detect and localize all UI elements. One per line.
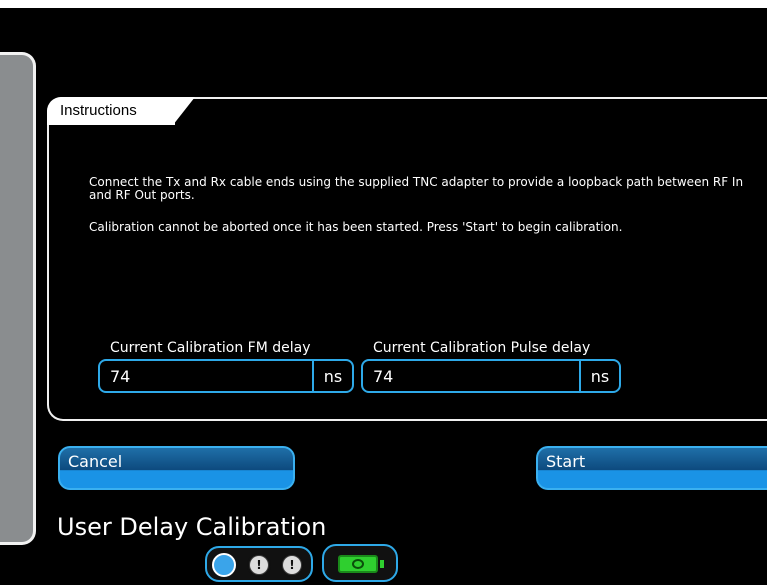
top-band xyxy=(0,0,767,8)
pulse-delay-unit: ns xyxy=(579,361,619,391)
alert-indicator-icon[interactable]: ! xyxy=(280,553,304,577)
info-indicator-icon[interactable]: ! xyxy=(247,553,271,577)
pulse-delay-value[interactable]: 74 xyxy=(363,367,579,386)
cancel-button[interactable]: Cancel xyxy=(58,446,295,490)
instructions-tab: Instructions xyxy=(47,97,175,125)
alert-indicator-glyph: ! xyxy=(283,556,301,574)
fm-delay-value[interactable]: 74 xyxy=(100,367,312,386)
instruction-text-connect: Connect the Tx and Rx cable ends using t… xyxy=(89,175,744,202)
battery-icon xyxy=(338,555,378,573)
start-button[interactable]: Start xyxy=(536,446,767,490)
battery-status[interactable] xyxy=(322,544,398,582)
battery-mark xyxy=(352,559,364,569)
side-rail[interactable] xyxy=(0,52,36,545)
fm-delay-unit: ns xyxy=(312,361,352,391)
pulse-delay-label: Current Calibration Pulse delay xyxy=(373,340,591,356)
cancel-button-label: Cancel xyxy=(68,452,123,471)
start-button-label: Start xyxy=(546,452,586,471)
active-indicator-icon[interactable] xyxy=(212,553,236,577)
battery-tip xyxy=(380,560,384,568)
page-title: User Delay Calibration xyxy=(57,513,327,541)
status-indicators[interactable]: ! ! xyxy=(205,546,313,582)
instruction-text-abort-warning: Calibration cannot be aborted once it ha… xyxy=(89,220,623,234)
pulse-delay-field[interactable]: 74 ns xyxy=(361,359,621,393)
instructions-heading: Instructions xyxy=(60,102,137,119)
info-indicator-glyph: ! xyxy=(250,556,268,574)
fm-delay-label: Current Calibration FM delay xyxy=(110,340,311,356)
fm-delay-field[interactable]: 74 ns xyxy=(98,359,354,393)
